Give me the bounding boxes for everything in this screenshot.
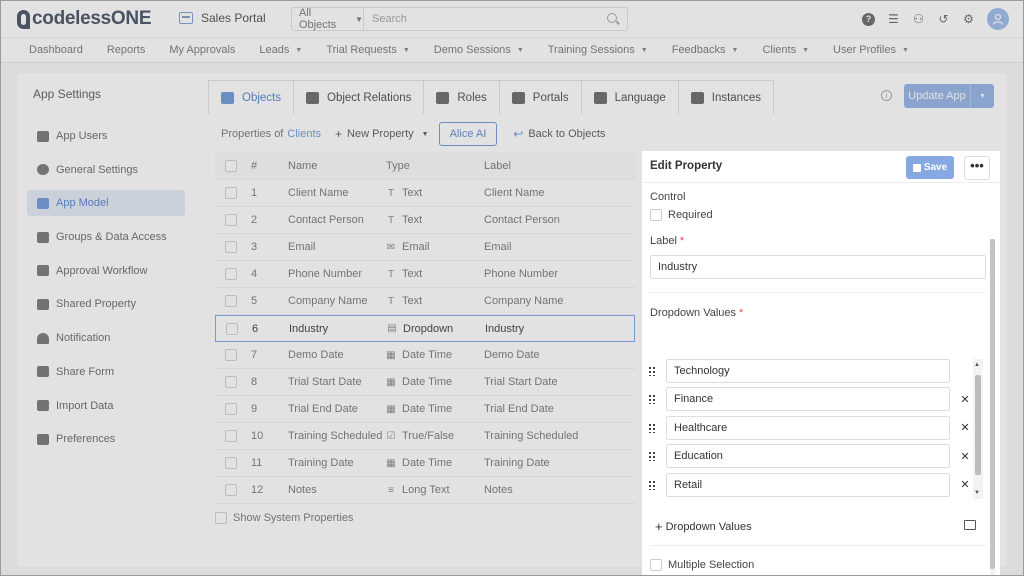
- remove-value-icon[interactable]: ✕: [957, 478, 973, 491]
- required-asterisk: *: [679, 235, 685, 247]
- dropdown-value-input[interactable]: Retail: [666, 472, 950, 497]
- dropdown-value-row: Education ✕: [648, 444, 973, 469]
- save-icon: [912, 163, 921, 172]
- scroll-down-icon[interactable]: ▼: [974, 490, 980, 496]
- save-label: Save: [923, 162, 948, 173]
- drag-handle-icon[interactable]: [648, 366, 656, 376]
- add-dropdown-values-button[interactable]: + Dropdown Values: [655, 519, 752, 534]
- label-input[interactable]: Industry: [650, 255, 986, 279]
- dropdown-value-row: Retail ✕: [648, 472, 973, 497]
- list-scroll-thumb[interactable]: [975, 375, 981, 475]
- label-field-label: Label *: [650, 235, 684, 247]
- required-label: Required: [668, 209, 713, 221]
- app-window: codelessONE Sales Portal All Objects ▼ S…: [0, 0, 1024, 576]
- required-asterisk: *: [739, 307, 744, 319]
- required-option[interactable]: Required: [650, 209, 713, 221]
- panel-scrollbar[interactable]: [990, 239, 995, 575]
- more-options-button[interactable]: •••: [964, 156, 990, 180]
- control-label: Control: [650, 191, 686, 203]
- drag-handle-icon[interactable]: [648, 451, 656, 462]
- multiple-selection-label: Multiple Selection: [668, 559, 755, 571]
- list-scrollbar[interactable]: ▲ ▼: [973, 359, 983, 499]
- label-field-text: Label: [650, 235, 677, 247]
- save-button[interactable]: Save: [906, 156, 954, 179]
- dropdown-value-row: Finance ✕: [648, 387, 973, 412]
- edit-panel-body: Control Required Label * Industry Dropdow…: [642, 183, 1000, 575]
- panel-scroll-thumb[interactable]: [990, 239, 995, 569]
- scroll-up-icon[interactable]: ▲: [974, 362, 980, 368]
- drag-handle-icon[interactable]: [648, 479, 656, 490]
- remove-value-icon[interactable]: ✕: [957, 393, 973, 406]
- dropdown-value-input[interactable]: Healthcare: [666, 415, 950, 440]
- divider: [650, 545, 986, 546]
- plus-icon: +: [655, 519, 663, 534]
- dropdown-values-text: Dropdown Values: [650, 307, 737, 319]
- dropdown-values-label: Dropdown Values *: [650, 307, 743, 319]
- edit-panel-title: Edit Property: [650, 160, 723, 172]
- add-dropdown-values-label: Dropdown Values: [665, 520, 752, 533]
- import-folder-icon[interactable]: [964, 520, 976, 530]
- dropdown-value-row: Technology: [648, 359, 950, 383]
- dropdown-value-row: Healthcare ✕: [648, 415, 973, 440]
- drag-handle-icon[interactable]: [648, 394, 656, 405]
- edit-property-panel: Edit Property Save ••• Control Required …: [642, 151, 1000, 575]
- dropdown-value-input[interactable]: Education: [666, 444, 950, 469]
- required-checkbox[interactable]: [650, 209, 662, 221]
- dropdown-value-input[interactable]: Finance: [666, 387, 950, 412]
- multiple-selection-option[interactable]: Multiple Selection: [650, 559, 754, 571]
- edit-panel-header: Edit Property Save •••: [642, 151, 1000, 183]
- remove-value-icon[interactable]: ✕: [957, 421, 973, 434]
- multiple-selection-checkbox[interactable]: [650, 559, 662, 571]
- dropdown-value-input[interactable]: Technology: [666, 359, 950, 383]
- divider: [650, 292, 986, 293]
- remove-value-icon[interactable]: ✕: [957, 450, 973, 463]
- drag-handle-icon[interactable]: [648, 422, 656, 433]
